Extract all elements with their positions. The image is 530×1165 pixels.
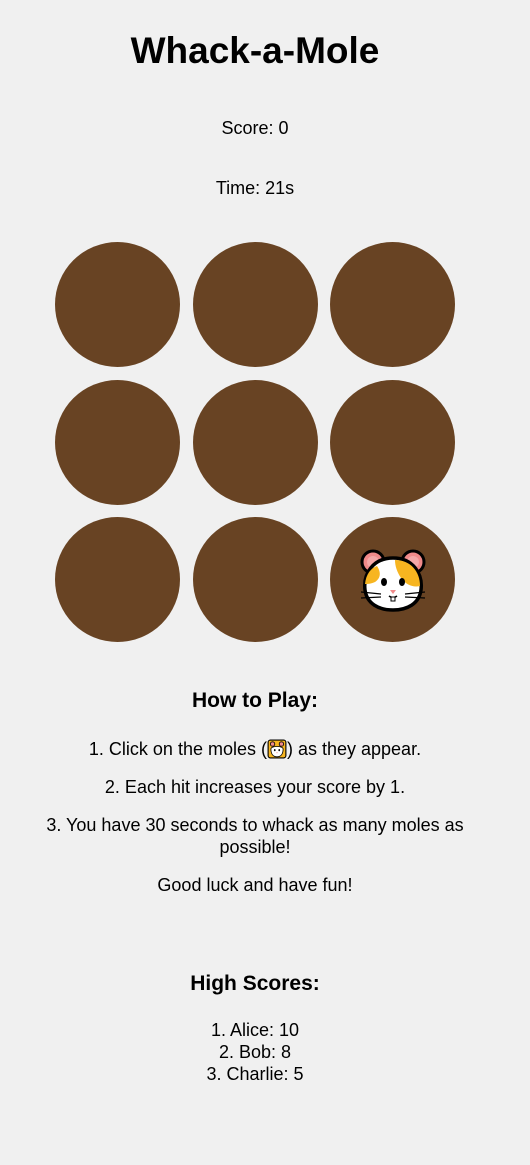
rule-3: 3. You have 30 seconds to whack as many … [46,815,464,857]
high-score-entry: 2. Bob: 8 [218,1042,292,1062]
mole-grid [55,242,455,642]
high-score-entry: 3. Charlie: 5 [206,1064,304,1084]
high-score-entry: 1. Alice: 10 [210,1020,300,1040]
high-scores-list: 1. Alice: 10 2. Bob: 8 3. Charlie: 5 [0,1019,510,1085]
game-title: Whack-a-Mole [130,30,380,71]
hole-2[interactable] [193,242,318,367]
hole-4[interactable] [55,380,180,505]
rule-2: 2. Each hit increases your score by 1. [104,777,406,797]
hole-7[interactable] [55,517,180,642]
how-to-play-heading: How to Play: [191,689,318,712]
hole-1[interactable] [55,242,180,367]
hamster-face-icon [267,739,287,759]
rule-1: 1. Click on the moles () as they appear. [88,739,422,759]
hole-6[interactable] [330,380,455,505]
high-scores-heading: High Scores: [190,972,320,995]
closing-message: Good luck and have fun! [157,875,353,895]
score-display: Score: 0 [221,118,289,138]
hole-5[interactable] [193,380,318,505]
rules-section: 1. Click on the moles () as they appear.… [20,738,490,912]
game-page: Whack-a-Mole Score: 0 Time: 21s How to P… [0,0,530,1165]
hole-8[interactable] [193,517,318,642]
timer-display: Time: 21s [215,178,295,198]
hamster-face-icon[interactable] [357,544,429,616]
hole-9[interactable] [330,517,455,642]
hole-3[interactable] [330,242,455,367]
